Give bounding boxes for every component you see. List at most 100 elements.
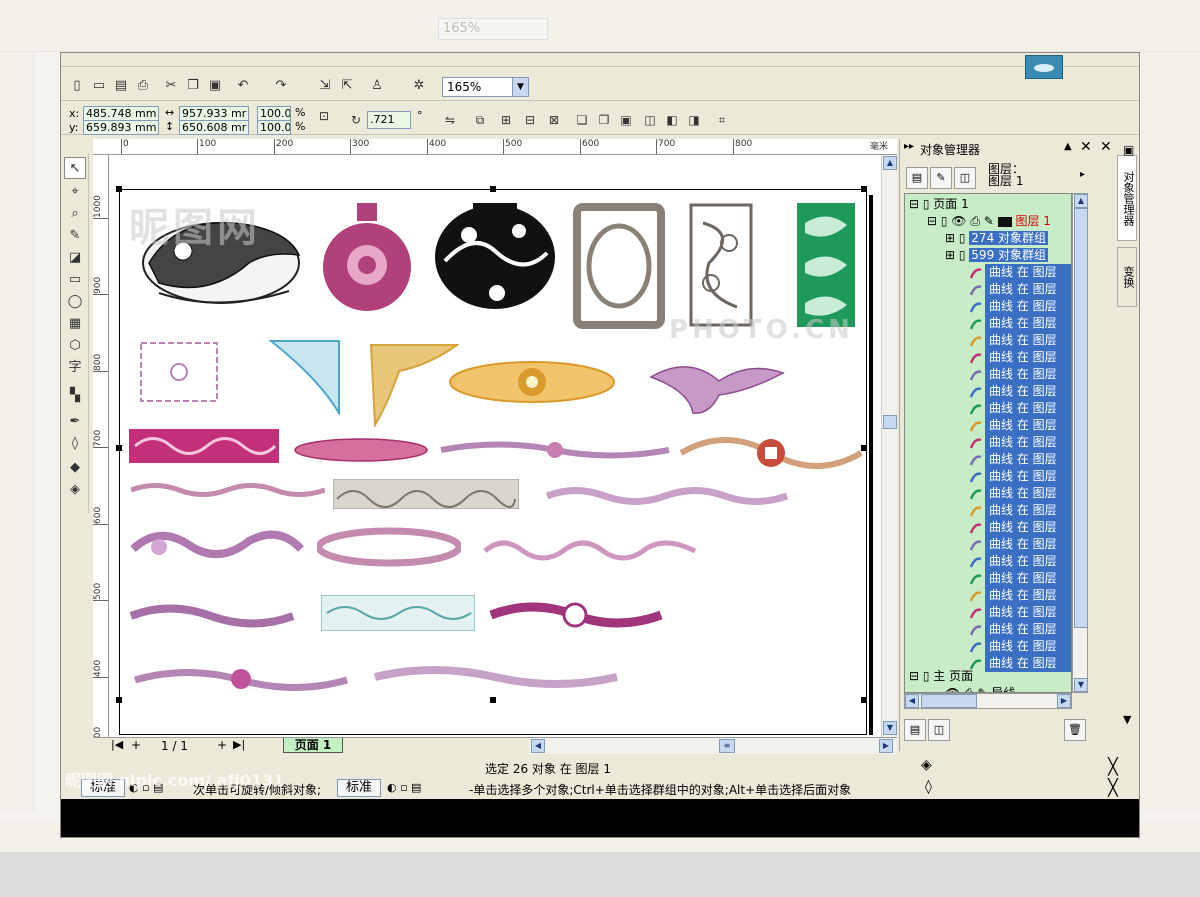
- tree-node-curve[interactable]: 曲线 在 图层: [985, 655, 1071, 672]
- add-page-after-icon[interactable]: +: [217, 738, 227, 752]
- scroll-up-arrow-icon[interactable]: ▲: [883, 156, 897, 170]
- pick-tool-icon[interactable]: ↖: [64, 157, 86, 179]
- tree-scroll-right-icon[interactable]: ▶: [1057, 694, 1071, 708]
- tree-node-curve[interactable]: 曲线 在 图层: [985, 519, 1071, 536]
- new-master-layer-icon[interactable]: ◫: [928, 719, 950, 741]
- gray-frame-artwork[interactable]: [573, 203, 665, 329]
- ungroup-icon[interactable]: ⊟: [521, 111, 539, 129]
- tree-node-curve[interactable]: 曲线 在 图层: [985, 383, 1071, 400]
- scale-y-field[interactable]: 100.0: [257, 120, 291, 135]
- phoenix-artwork[interactable]: [649, 351, 785, 417]
- tree-node-curve[interactable]: 曲线 在 图层: [985, 621, 1071, 638]
- tree-node-group-2[interactable]: ⊞ ▯ 599 对象群组: [945, 247, 1049, 264]
- ellipse-tool-icon[interactable]: ◯: [64, 291, 86, 313]
- tree-node-curve[interactable]: 曲线 在 图层: [985, 434, 1071, 451]
- lavender-border-artwork[interactable]: [545, 483, 789, 509]
- lavender-frame-artwork[interactable]: [137, 339, 221, 405]
- selection-handle[interactable]: [490, 697, 496, 703]
- tree-scrollbar[interactable]: ▲ ▼: [1072, 193, 1088, 693]
- freehand-tool-icon[interactable]: ✎: [64, 225, 86, 247]
- mirror-icon[interactable]: ⇋: [441, 111, 459, 129]
- interactive-blend-tool-icon[interactable]: ▚: [64, 385, 86, 407]
- tree-node-curve[interactable]: 曲线 在 图层: [985, 570, 1071, 587]
- delete-icon[interactable]: 🗑: [1064, 719, 1086, 741]
- lock-ratio-icon[interactable]: ⊡: [315, 107, 333, 125]
- open-file-icon[interactable]: ▭: [89, 76, 109, 96]
- tree-node-curve[interactable]: 曲线 在 图层: [985, 485, 1071, 502]
- corel-online-icon[interactable]: ✲: [409, 76, 429, 96]
- palette-options-icon[interactable]: ▣: [1123, 143, 1134, 157]
- tab-object-manager[interactable]: 对象管理器: [1117, 155, 1137, 241]
- magenta-band-artwork[interactable]: [129, 429, 279, 463]
- palette-scroll-down-icon[interactable]: ▼: [1123, 713, 1131, 726]
- scroll-thumb[interactable]: [883, 415, 897, 429]
- tree-node-curve[interactable]: 曲线 在 图层: [985, 264, 1071, 281]
- basic-shapes-tool-icon[interactable]: ⬡: [64, 335, 86, 357]
- ungroup-all-icon[interactable]: ⊠: [545, 111, 563, 129]
- layer-manager-view-icon[interactable]: ◫: [954, 167, 976, 189]
- pink-border-artwork[interactable]: [131, 481, 325, 499]
- text-tool-icon[interactable]: 字: [64, 357, 86, 379]
- tab-page-1[interactable]: 页面 1: [283, 738, 343, 753]
- fill-tool-icon[interactable]: ◆: [64, 457, 86, 479]
- tree-node-curve[interactable]: 曲线 在 图层: [985, 298, 1071, 315]
- vertical-ruler[interactable]: 1000 900 800 700 600 500 400 300: [93, 155, 109, 751]
- scroll-down-arrow-icon[interactable]: ▼: [883, 721, 897, 735]
- dragon-artwork[interactable]: [129, 519, 305, 575]
- print-icon[interactable]: ⎙: [133, 76, 153, 96]
- new-file-icon[interactable]: ▯: [67, 76, 87, 96]
- selection-handle[interactable]: [116, 445, 122, 451]
- tree-horizontal-scrollbar[interactable]: ◀ ▶: [904, 693, 1072, 709]
- object-height-field[interactable]: 650.608 mr: [179, 120, 249, 135]
- polygon-tool-icon[interactable]: ▦: [64, 313, 86, 335]
- tree-scroll-thumb[interactable]: [1074, 208, 1088, 628]
- pink-vase-artwork[interactable]: [321, 199, 413, 313]
- edit-across-layers-icon[interactable]: ✎: [930, 167, 952, 189]
- tree-node-curve[interactable]: 曲线 在 图层: [985, 587, 1071, 604]
- purple-scroll-artwork[interactable]: [129, 601, 295, 631]
- shape-tool-icon[interactable]: ⌖: [64, 181, 86, 203]
- gold-medallion-artwork[interactable]: [447, 357, 617, 407]
- tree-node-curve[interactable]: 曲线 在 图层: [985, 553, 1071, 570]
- front-minus-back-icon[interactable]: ◨: [685, 111, 703, 129]
- outline-tool-icon[interactable]: ◊: [64, 433, 86, 455]
- tab-transform[interactable]: 变换: [1117, 247, 1137, 307]
- tree-node-curve[interactable]: 曲线 在 图层: [985, 349, 1071, 366]
- selection-handle[interactable]: [861, 697, 867, 703]
- plum-medallion-artwork[interactable]: [489, 599, 663, 631]
- intersect-icon[interactable]: ◫: [641, 111, 659, 129]
- last-page-icon[interactable]: ▶|: [233, 738, 245, 751]
- tree-h-thumb[interactable]: [921, 694, 977, 708]
- combine-icon[interactable]: ❏: [573, 111, 591, 129]
- copy-icon[interactable]: ❐: [183, 76, 203, 96]
- group-icon[interactable]: ⊞: [497, 111, 515, 129]
- tree-node-group-1[interactable]: ⊞ ▯ 274 对象群组: [945, 230, 1049, 247]
- tree-scroll-up-icon[interactable]: ▲: [1074, 194, 1088, 208]
- horizontal-scrollbar[interactable]: ◀ ≡ ▶: [529, 738, 897, 754]
- tree-node-layer[interactable]: ⊟ ▯ 👁 ⎙ ✎ 图层 1: [927, 213, 1051, 230]
- tree-node-page[interactable]: ⊟ ▯ 页面 1: [909, 196, 969, 213]
- teal-band-artwork[interactable]: [321, 595, 475, 631]
- rotation-angle-field[interactable]: .721: [367, 111, 411, 129]
- scroll-panel-artwork[interactable]: [689, 203, 753, 327]
- no-outline-icon[interactable]: ╳: [1101, 779, 1125, 797]
- interactive-fill-tool-icon[interactable]: ◈: [64, 479, 86, 501]
- standard-label-2[interactable]: 标准: [337, 779, 381, 797]
- tree-scroll-down-icon[interactable]: ▼: [1074, 678, 1088, 692]
- scroll-right-arrow-icon[interactable]: ▶: [879, 739, 893, 753]
- black-jar-artwork[interactable]: [433, 201, 557, 313]
- new-layer-icon[interactable]: ▤: [904, 719, 926, 741]
- object-width-field[interactable]: 957.933 mr: [179, 106, 249, 121]
- tree-scroll-left-icon[interactable]: ◀: [905, 694, 919, 708]
- rectangle-tool-icon[interactable]: ▭: [64, 269, 86, 291]
- scale-x-field[interactable]: 100.0: [257, 106, 291, 121]
- show-properties-icon[interactable]: ▤: [906, 167, 928, 189]
- tree-node-curve[interactable]: 曲线 在 图层: [985, 332, 1071, 349]
- smart-fill-tool-icon[interactable]: ◪: [64, 247, 86, 269]
- chevron-down-icon[interactable]: ▼: [512, 78, 528, 96]
- scroll-thumb-h[interactable]: ≡: [719, 739, 735, 753]
- no-fill-icon[interactable]: ╳: [1101, 758, 1125, 776]
- tree-node-curve[interactable]: 曲线 在 图层: [985, 468, 1071, 485]
- close-docker-icon[interactable]: ✕: [1100, 139, 1112, 155]
- selection-handle[interactable]: [490, 186, 496, 192]
